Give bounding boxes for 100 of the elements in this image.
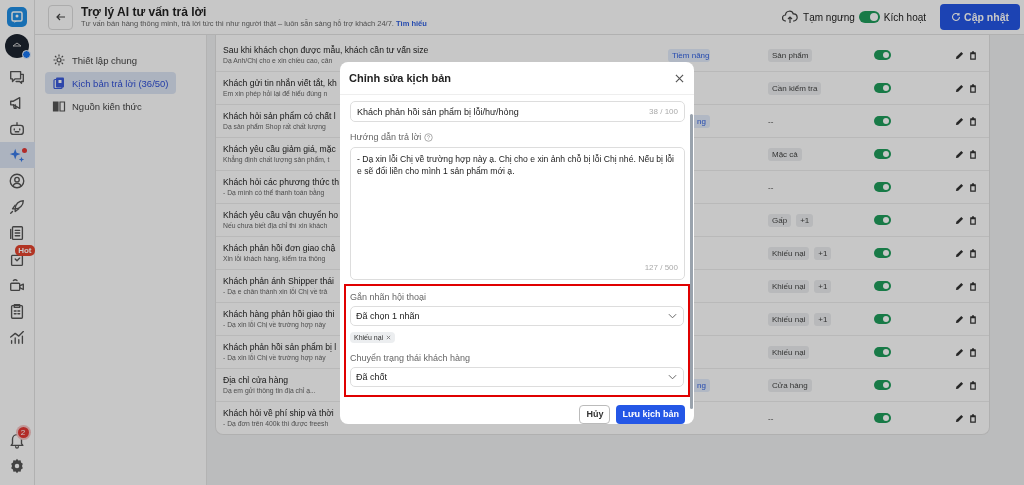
label-select[interactable]: Đã chọn 1 nhãn [350,306,684,326]
script-title[interactable]: Khách hỏi các phương thức th [223,176,340,188]
field-label: Gắn nhãn hội thoại [350,292,428,303]
scrollbar[interactable] [690,114,693,409]
bell-icon[interactable] [8,431,26,449]
save-button[interactable]: Lưu kịch bản [616,404,685,424]
label-tag: Khiếu nại [768,246,810,260]
close-icon[interactable] [675,73,684,83]
status-toggle[interactable] [858,11,880,23]
enable-toggle[interactable] [874,314,891,324]
delete-icon[interactable] [969,314,977,324]
cancel-button[interactable]: Hủy [579,404,611,424]
enable-toggle[interactable] [874,413,891,423]
edit-icon[interactable] [955,50,964,60]
nav-item[interactable]: Nguồn kiến thức [45,95,198,117]
name-field[interactable]: Khách phản hồi sản phẩm bị lỗi/hư/hỏng 38 / 100 [350,101,685,122]
label-tag: Khiếu nại [768,279,810,293]
edit-icon[interactable] [955,182,964,192]
chat-icon[interactable] [8,68,26,86]
remove-icon[interactable] [386,335,392,340]
character-count: 38 / 100 [649,107,678,116]
edit-icon[interactable] [955,314,964,324]
more-count: +1 [814,279,832,293]
pause-label: Tạm ngưng [803,11,855,23]
delete-icon[interactable] [969,182,977,192]
edit-icon[interactable] [955,380,964,390]
empty-value: -- [768,116,774,126]
cloud-upload-icon[interactable] [782,10,799,24]
character-count: 127 / 500 [643,262,678,274]
script-title[interactable]: Khách gửi tin nhắn viết tắt, kh [223,77,337,89]
avatar[interactable] [5,34,29,58]
more-count: +1 [796,213,814,227]
settings-icon[interactable] [8,457,26,475]
script-icon [52,76,66,90]
rocket-icon[interactable] [8,198,26,216]
delete-icon[interactable] [969,50,977,60]
status-select[interactable]: Đã chốt [350,367,684,387]
update-button[interactable]: Cập nhật [940,4,1020,30]
delete-icon[interactable] [969,83,977,93]
script-title[interactable]: Khách hàng phản hồi giao thi [223,308,335,320]
script-title[interactable]: Khách phản hồi đơn giao chậ [223,242,336,254]
delete-icon[interactable] [969,149,977,159]
field-label: Chuyển trạng thái khách hàng [350,353,472,364]
label-tag: Cần kiểm tra [768,81,822,95]
enable-toggle[interactable] [874,50,891,60]
script-title[interactable]: Khách yêu cầu vận chuyển ho [223,209,339,221]
dialog-title: Chỉnh sửa kịch bản [349,72,452,84]
robot-icon[interactable] [8,120,26,138]
user-icon[interactable] [8,172,26,190]
field-label: Hướng dẫn trả lời [350,132,422,143]
enable-toggle[interactable] [874,116,891,126]
delete-icon[interactable] [969,215,977,225]
edit-icon[interactable] [955,116,964,126]
script-title[interactable]: Khách hỏi sản phẩm có chất l [223,110,336,122]
enable-toggle[interactable] [874,215,891,225]
notification-count: 2 [17,427,29,438]
edit-icon[interactable] [955,149,964,159]
arrow-left-icon [54,11,67,23]
hot-badge: Hot [15,245,35,256]
script-title[interactable]: Địa chỉ cửa hàng [223,374,288,386]
script-title[interactable]: Khách phản ánh Shipper thái [223,275,334,287]
enable-toggle[interactable] [874,281,891,291]
nav-item[interactable]: Thiết lập chung [45,49,198,71]
nav-item[interactable]: Kịch bản trả lời (36/50) [45,72,176,94]
refresh-icon [951,12,962,22]
delete-icon[interactable] [969,281,977,291]
enable-toggle[interactable] [874,248,891,258]
delete-icon[interactable] [969,116,977,126]
enable-toggle[interactable] [874,83,891,93]
edit-icon[interactable] [955,413,964,423]
edit-icon[interactable] [955,215,964,225]
empty-value: -- [768,182,774,192]
enable-toggle[interactable] [874,182,891,192]
script-title[interactable]: Sau khi khách chọn được mẫu, khách cần tư vấn size [223,44,429,56]
delete-icon[interactable] [969,413,977,423]
delete-icon[interactable] [969,347,977,357]
enable-toggle[interactable] [874,380,891,390]
more-count: +1 [814,246,832,260]
delete-icon[interactable] [969,380,977,390]
chevron-down-icon [668,313,677,319]
label-tag: Khiếu nại [768,312,810,326]
delete-icon[interactable] [969,248,977,258]
clipboard-icon[interactable] [8,302,26,320]
more-count: +1 [814,312,832,326]
chevron-down-icon [668,374,677,380]
script-title[interactable]: Khách yêu cầu giảm giá, mặc [223,143,336,155]
app-logo[interactable] [7,7,27,27]
document-icon[interactable] [8,224,26,242]
enable-toggle[interactable] [874,347,891,357]
guide-textarea[interactable]: - Dạ xin lỗi Chị về trường hợp này ạ. Chị cho e xin ảnh chỗ bị lỗi Chị nhé. Nếu bị lỗi e sẽ đổi liền cho mình 1 sản phẩm mới ạ. 127 / 500 [350,147,685,280]
label-tag: Sản phẩm [768,48,813,62]
camera-icon[interactable] [8,276,26,294]
edit-icon[interactable] [955,281,964,291]
edit-icon[interactable] [955,248,964,258]
chart-icon[interactable] [8,328,26,346]
script-title[interactable]: Khách phản hồi sản phẩm bị l [223,341,337,353]
enable-toggle[interactable] [874,149,891,159]
edit-icon[interactable] [955,83,964,93]
edit-icon[interactable] [955,347,964,357]
script-title[interactable]: Khách hỏi về phí ship và thời [223,407,334,419]
